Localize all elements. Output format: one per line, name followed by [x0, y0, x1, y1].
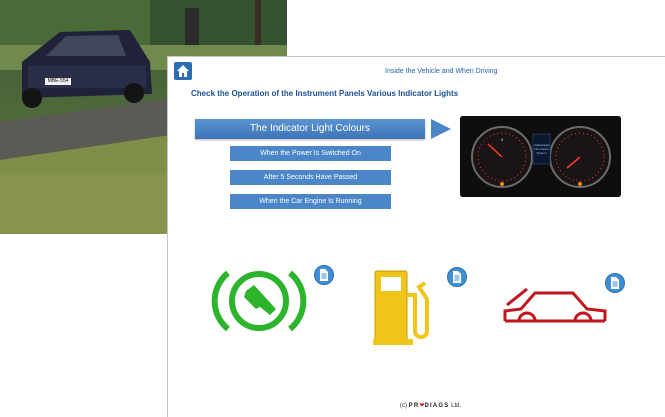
engine-running-button[interactable]: When the Car Engine Is Running — [230, 194, 391, 209]
copyright-footer: (c) PR❤DIAGS Ltd. — [400, 402, 461, 409]
home-button[interactable] — [174, 62, 192, 80]
bonnet-info-icon[interactable] — [605, 273, 625, 293]
bonnet-open-warning-icon — [503, 287, 607, 323]
parking-brake-warning-icon — [211, 270, 307, 332]
content-panel: Inside the Vehicle and When Driving Chec… — [167, 56, 665, 417]
brand-part-b: DIAGS — [424, 403, 450, 409]
copyright-mark: (c) — [400, 403, 407, 409]
power-on-button[interactable]: When the Power Is Switched On — [230, 146, 391, 161]
fuel-warning-icon — [373, 270, 429, 345]
brand-suffix: Ltd. — [451, 403, 462, 409]
fuel-info-icon[interactable] — [447, 267, 467, 287]
license-plate: MBE-554 — [47, 78, 69, 84]
home-icon — [177, 65, 189, 77]
dashboard-display-text: Volkswagen information System — [534, 143, 551, 155]
parking-brake-info-icon[interactable] — [314, 265, 334, 285]
arrow-right-icon — [431, 119, 451, 139]
page-subtitle: Check the Operation of the Instrument Pa… — [191, 89, 459, 98]
after-5-seconds-button[interactable]: After 5 Seconds Have Passed — [230, 170, 391, 185]
brand-part-a: PR — [408, 403, 420, 409]
indicator-colours-button[interactable]: The Indicator Light Colours — [195, 119, 425, 139]
instrument-panel-photo: 4 Volkswagen information System — [460, 116, 621, 197]
header-title: Inside the Vehicle and When Driving — [385, 68, 498, 75]
